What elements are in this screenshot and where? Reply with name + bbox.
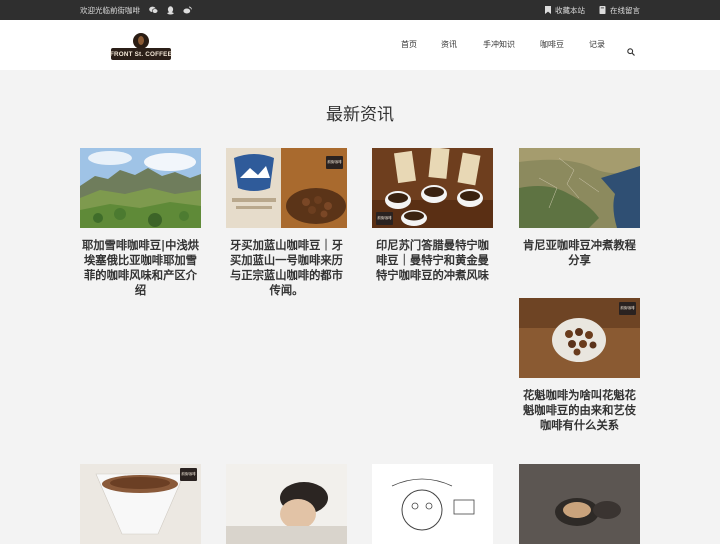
- article-thumbnail[interactable]: 前街咖啡: [372, 148, 493, 228]
- nav-item-news[interactable]: 资讯: [441, 39, 457, 50]
- article-thumbnail[interactable]: [226, 464, 347, 544]
- article-title[interactable]: 花魁咖啡为啥叫花魁花魁咖啡豆的由来和艺伎咖啡有什么关系: [519, 388, 640, 433]
- watermark-badge: 前街咖啡: [180, 468, 197, 481]
- nav-item-records[interactable]: 记录: [589, 39, 605, 50]
- message-label: 在线留言: [610, 5, 640, 15]
- bookmark-icon: [545, 6, 551, 14]
- top-bar: 欢迎光临前街咖啡 收藏本站 在线留言: [0, 0, 720, 20]
- qq-icon[interactable]: [167, 5, 174, 15]
- nav-item-coffee-beans[interactable]: 咖啡豆: [540, 39, 564, 50]
- article-thumbnail[interactable]: [80, 148, 201, 228]
- wechat-icon[interactable]: [149, 6, 158, 14]
- weibo-icon[interactable]: [183, 6, 192, 14]
- article-title[interactable]: 牙买加蓝山咖啡豆｜牙买加蓝山一号咖啡来历与正宗蓝山咖啡的都市传闻。: [226, 238, 347, 298]
- bookmark-label: 收藏本站: [555, 5, 585, 15]
- site-logo[interactable]: FRONT St. COFFEE: [110, 33, 172, 61]
- book-icon: [599, 6, 606, 14]
- search-icon[interactable]: [627, 41, 635, 60]
- nav-item-brewing[interactable]: 手冲知识: [483, 39, 515, 50]
- watermark-badge: 前街咖啡: [376, 212, 393, 225]
- article-thumbnail[interactable]: 前街咖啡: [226, 148, 347, 228]
- watermark-badge: 前街咖啡: [619, 302, 636, 315]
- article-thumbnail[interactable]: [372, 464, 493, 544]
- coffee-bean-emblem-icon: [133, 33, 149, 49]
- article-title[interactable]: 肯尼亚咖啡豆冲煮教程分享: [519, 238, 640, 268]
- article-title[interactable]: 耶加雪啡咖啡豆|中浅烘埃塞俄比亚咖啡耶加雪菲的咖啡风味和产区介绍: [80, 238, 201, 298]
- site-header: FRONT St. COFFEE 首页 资讯 手冲知识 咖啡豆 记录: [0, 20, 720, 70]
- section-title: 最新资讯: [326, 105, 394, 125]
- article-title[interactable]: 印尼苏门答腊曼特宁咖啡豆｜曼特宁和黄金曼特宁咖啡豆的冲煮风味: [372, 238, 493, 283]
- nav-item-home[interactable]: 首页: [401, 39, 417, 50]
- message-link[interactable]: 在线留言: [599, 5, 640, 16]
- article-thumbnail[interactable]: 前街咖啡: [80, 464, 201, 544]
- watermark-badge: 前街咖啡: [326, 156, 343, 169]
- article-thumbnail[interactable]: 前街咖啡: [519, 298, 640, 378]
- logo-text: FRONT St. COFFEE: [110, 48, 172, 60]
- article-thumbnail[interactable]: [519, 464, 640, 544]
- bookmark-link[interactable]: 收藏本站: [545, 5, 585, 16]
- welcome-text: 欢迎光临前街咖啡: [80, 5, 140, 15]
- article-thumbnail[interactable]: [519, 148, 640, 228]
